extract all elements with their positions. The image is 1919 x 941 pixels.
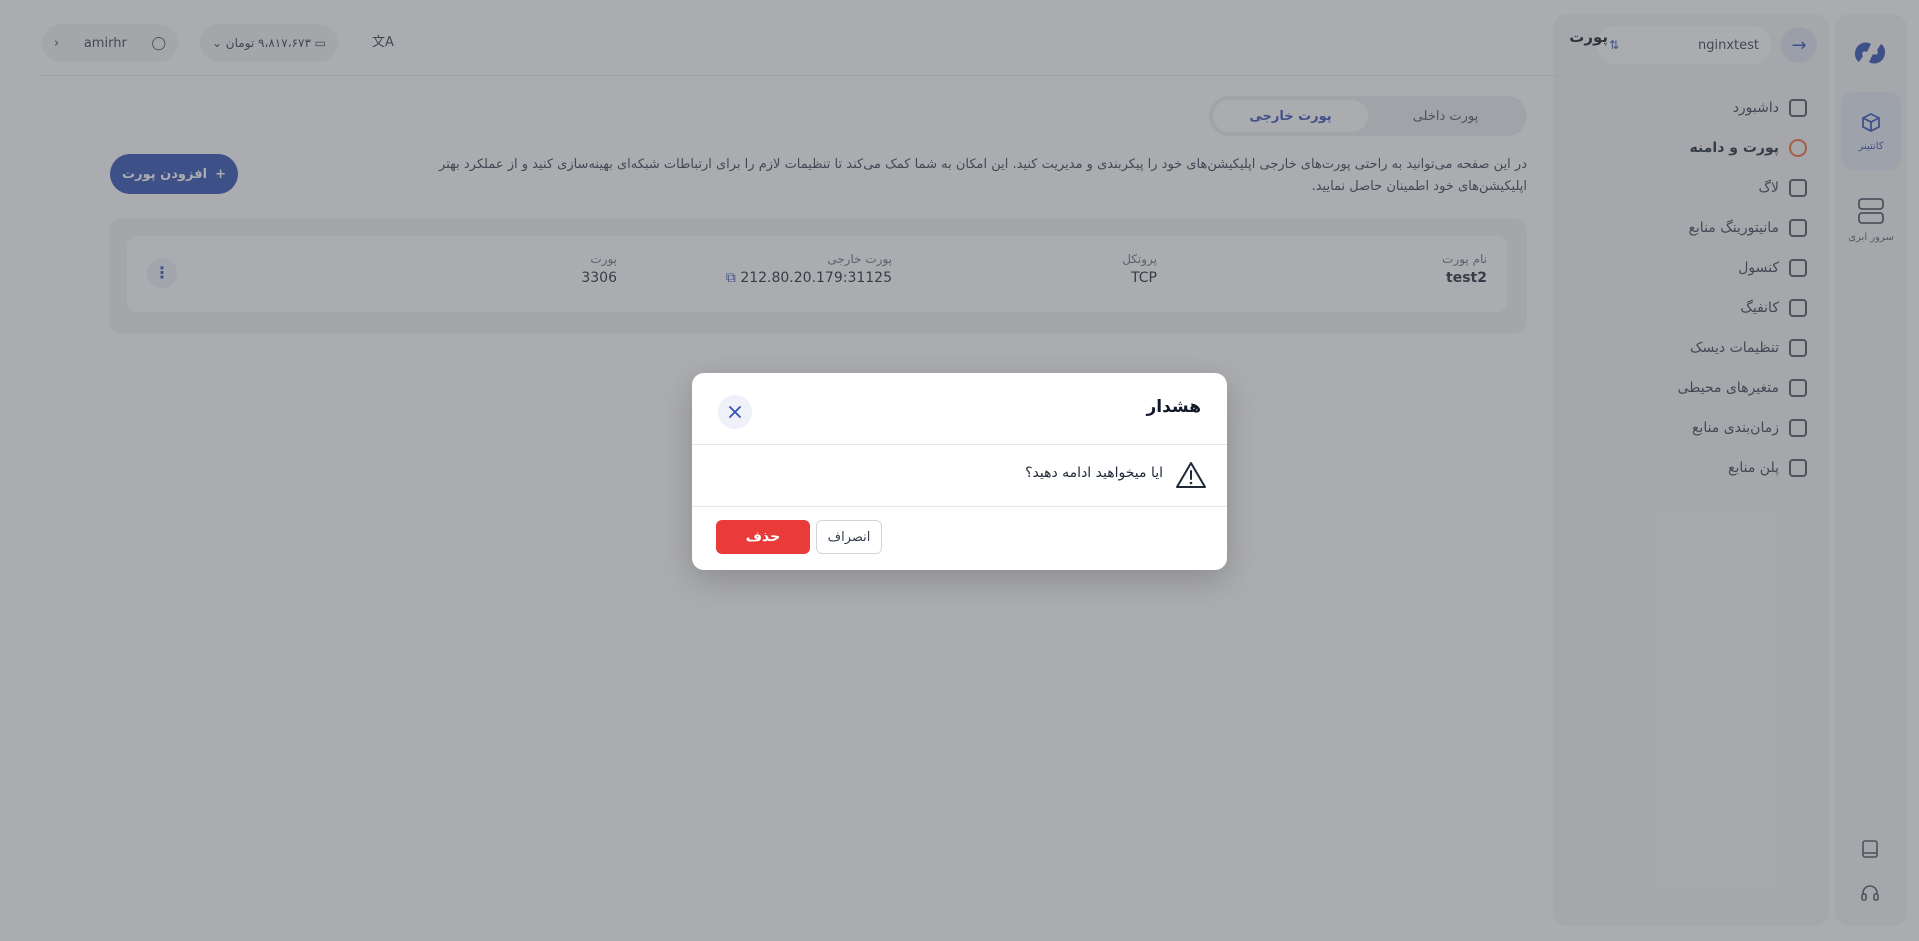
dialog-body: ایا میخواهید ادامه دهید؟: [692, 446, 1227, 507]
close-icon: [729, 406, 741, 418]
dialog-footer: انصراف حذف: [692, 508, 1227, 570]
dialog-header: هشدار: [692, 373, 1227, 445]
warning-icon: [1176, 462, 1206, 488]
close-button[interactable]: [718, 395, 752, 429]
delete-button[interactable]: حذف: [716, 520, 810, 554]
cancel-button[interactable]: انصراف: [816, 520, 882, 554]
warning-dialog: هشدار ایا میخواهید ادامه دهید؟ انصراف حذ…: [692, 373, 1227, 570]
dialog-title: هشدار: [1146, 397, 1201, 417]
dialog-message: ایا میخواهید ادامه دهید؟: [1025, 465, 1163, 481]
app-root: کانتینر سرور ابری → nginxtest ⇅ داشبورد …: [0, 0, 1919, 941]
